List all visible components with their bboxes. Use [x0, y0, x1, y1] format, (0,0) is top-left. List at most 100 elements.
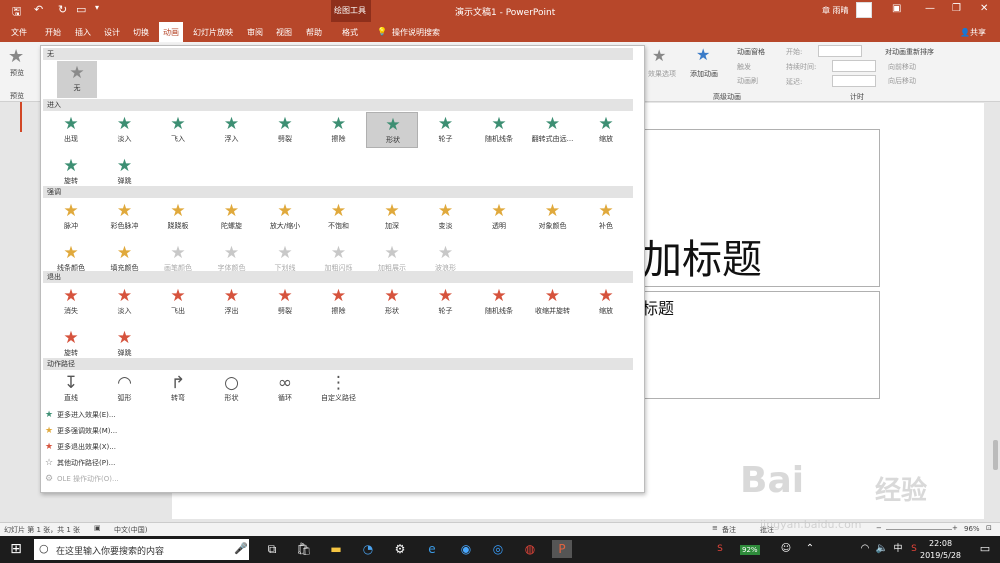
app-icon[interactable]: ◎ — [488, 540, 508, 558]
tab-file[interactable]: 文件 — [11, 27, 27, 38]
ole-action-link[interactable]: ⚙ OLE 操作动作(O)... — [45, 474, 119, 484]
language-status[interactable]: 中文(中国) — [114, 525, 147, 535]
clock-date[interactable]: 2019/5/28 — [920, 551, 961, 560]
anim-emphasis-0[interactable]: ★ 脉冲 — [45, 199, 97, 235]
taskbar-search-box[interactable]: ○ 在这里输入你要搜索的内容 🎤 — [34, 539, 249, 560]
anim-exit-3[interactable]: ★ 浮出 — [206, 284, 258, 320]
tab-home[interactable]: 开始 — [45, 27, 61, 38]
anim-path-1[interactable]: ◠ 弧形 — [99, 371, 151, 407]
anim-emphasis-9[interactable]: ★ 对象颜色 — [527, 199, 579, 235]
fit-slide-icon[interactable]: ⊡ — [986, 524, 992, 532]
anim-entrance-11[interactable]: ★ 旋转 — [45, 154, 97, 190]
animation-pane-button[interactable]: 动画窗格 — [737, 47, 765, 57]
tab-view[interactable]: 视图 — [276, 27, 292, 38]
notifications-icon[interactable]: ▭ — [975, 540, 995, 558]
spell-check-icon[interactable]: ▣ — [94, 524, 101, 532]
anim-emphasis-5[interactable]: ★ 不饱和 — [313, 199, 365, 235]
anim-path-5[interactable]: ⋮ 自定义路径 — [313, 371, 365, 407]
zoom-slider[interactable] — [886, 529, 952, 530]
anim-emphasis-8[interactable]: ★ 透明 — [473, 199, 525, 235]
anim-emphasis-7[interactable]: ★ 变淡 — [420, 199, 472, 235]
vertical-scrollbar[interactable] — [993, 440, 998, 470]
anim-entrance-6[interactable]: ★ 形状 — [366, 112, 418, 148]
clock-app-icon[interactable]: ◔ — [358, 540, 378, 558]
anim-emphasis-3[interactable]: ★ 陀螺旋 — [206, 199, 258, 235]
anim-path-0[interactable]: ↧ 直线 — [45, 371, 97, 407]
more-emphasis-link[interactable]: ★ 更多强调效果(M)... — [45, 426, 117, 436]
task-view-icon[interactable]: ⧉ — [262, 540, 282, 558]
people-icon[interactable]: ☺ — [776, 540, 796, 558]
anim-entrance-12[interactable]: ★ 弹跳 — [99, 154, 151, 190]
anim-entrance-9[interactable]: ★ 翻转式由远... — [527, 112, 579, 148]
preview-button[interactable]: 预览 — [10, 68, 24, 78]
anim-exit-2[interactable]: ★ 飞出 — [152, 284, 204, 320]
battery-indicator[interactable]: 92% — [740, 545, 760, 555]
anim-emphasis-4[interactable]: ★ 放大/缩小 — [259, 199, 311, 235]
anim-exit-4[interactable]: ★ 劈裂 — [259, 284, 311, 320]
anim-exit-8[interactable]: ★ 随机线条 — [473, 284, 525, 320]
anim-exit-1[interactable]: ★ 淡入 — [99, 284, 151, 320]
anim-emphasis-2[interactable]: ★ 跷跷板 — [152, 199, 204, 235]
powerpoint-taskbar-icon[interactable]: P — [552, 540, 572, 558]
anim-entrance-8[interactable]: ★ 随机线条 — [473, 112, 525, 148]
tab-format[interactable]: 格式 — [342, 27, 358, 38]
redo-icon[interactable]: ↻ — [58, 3, 67, 16]
maximize-icon[interactable]: ❐ — [952, 3, 961, 14]
file-explorer-icon[interactable]: ▬ — [326, 540, 346, 558]
clock-time[interactable]: 22:08 — [929, 539, 952, 548]
edge-icon[interactable]: e — [422, 540, 442, 558]
qq-browser-icon[interactable]: ◉ — [456, 540, 476, 558]
tab-help[interactable]: 帮助 — [306, 27, 322, 38]
tab-review[interactable]: 审阅 — [247, 27, 263, 38]
microphone-icon[interactable]: 🎤 — [234, 542, 248, 555]
trigger-button[interactable]: 触发 — [737, 62, 751, 72]
anim-exit-7[interactable]: ★ 轮子 — [420, 284, 472, 320]
anim-exit-6[interactable]: ★ 形状 — [366, 284, 418, 320]
more-paths-link[interactable]: ☆ 其他动作路径(P)... — [45, 458, 115, 468]
anim-emphasis-1[interactable]: ★ 彩色脉冲 — [99, 199, 151, 235]
slideshow-icon[interactable]: ▭ — [76, 3, 86, 16]
store-icon[interactable]: 🛍 — [294, 540, 314, 558]
tab-slideshow[interactable]: 幻灯片放映 — [193, 27, 233, 38]
move-earlier-button[interactable]: 向前移动 — [888, 62, 916, 72]
tab-insert[interactable]: 插入 — [75, 27, 91, 38]
tab-animations[interactable]: 动画 — [159, 22, 183, 44]
anim-exit-11[interactable]: ★ 旋转 — [45, 326, 97, 362]
anim-entrance-7[interactable]: ★ 轮子 — [420, 112, 472, 148]
chrome-icon[interactable]: ◍ — [520, 540, 540, 558]
zoom-level[interactable]: 96% — [964, 525, 980, 533]
customize-qat-icon[interactable]: ▾ — [95, 3, 99, 12]
delay-input[interactable] — [832, 75, 876, 87]
anim-entrance-4[interactable]: ★ 劈裂 — [259, 112, 311, 148]
tell-me-search[interactable]: 操作说明搜索 — [392, 27, 440, 38]
anim-entrance-0[interactable]: ★ 出现 — [45, 112, 97, 148]
effect-options-button[interactable]: 效果选项 — [648, 69, 676, 79]
close-icon[interactable]: ✕ — [980, 3, 988, 14]
zoom-plus-icon[interactable]: + — [952, 524, 958, 532]
more-entrance-link[interactable]: ★ 更多进入效果(E)... — [45, 410, 116, 420]
anim-entrance-5[interactable]: ★ 擦除 — [313, 112, 365, 148]
share-button[interactable]: 👤共享 — [960, 27, 986, 38]
anim-path-2[interactable]: ↱ 转弯 — [152, 371, 204, 407]
anim-exit-5[interactable]: ★ 擦除 — [313, 284, 365, 320]
anim-exit-12[interactable]: ★ 弹跳 — [99, 326, 151, 362]
anim-entrance-3[interactable]: ★ 浮入 — [206, 112, 258, 148]
move-later-button[interactable]: 向后移动 — [888, 76, 916, 86]
anim-entrance-2[interactable]: ★ 飞入 — [152, 112, 204, 148]
anim-path-4[interactable]: ∞ 循环 — [259, 371, 311, 407]
tab-transitions[interactable]: 切换 — [133, 27, 149, 38]
zoom-minus-icon[interactable]: − — [876, 524, 882, 532]
ribbon-display-icon[interactable]: ▣ — [892, 3, 901, 14]
add-animation-button[interactable]: 添加动画 — [690, 69, 718, 79]
duration-input[interactable] — [832, 60, 876, 72]
sogou-icon[interactable]: S — [710, 540, 730, 558]
anim-none[interactable]: ★ 无 — [57, 61, 97, 98]
tab-design[interactable]: 设计 — [104, 27, 120, 38]
undo-icon[interactable]: ↶ — [34, 3, 43, 16]
settings-icon[interactable]: ⚙ — [390, 540, 410, 558]
anim-exit-0[interactable]: ★ 消失 — [45, 284, 97, 320]
more-exit-link[interactable]: ★ 更多退出效果(X)... — [45, 442, 116, 452]
anim-path-3[interactable]: ○ 形状 — [206, 371, 258, 407]
start-dropdown[interactable] — [818, 45, 862, 57]
minimize-icon[interactable]: — — [925, 3, 935, 14]
